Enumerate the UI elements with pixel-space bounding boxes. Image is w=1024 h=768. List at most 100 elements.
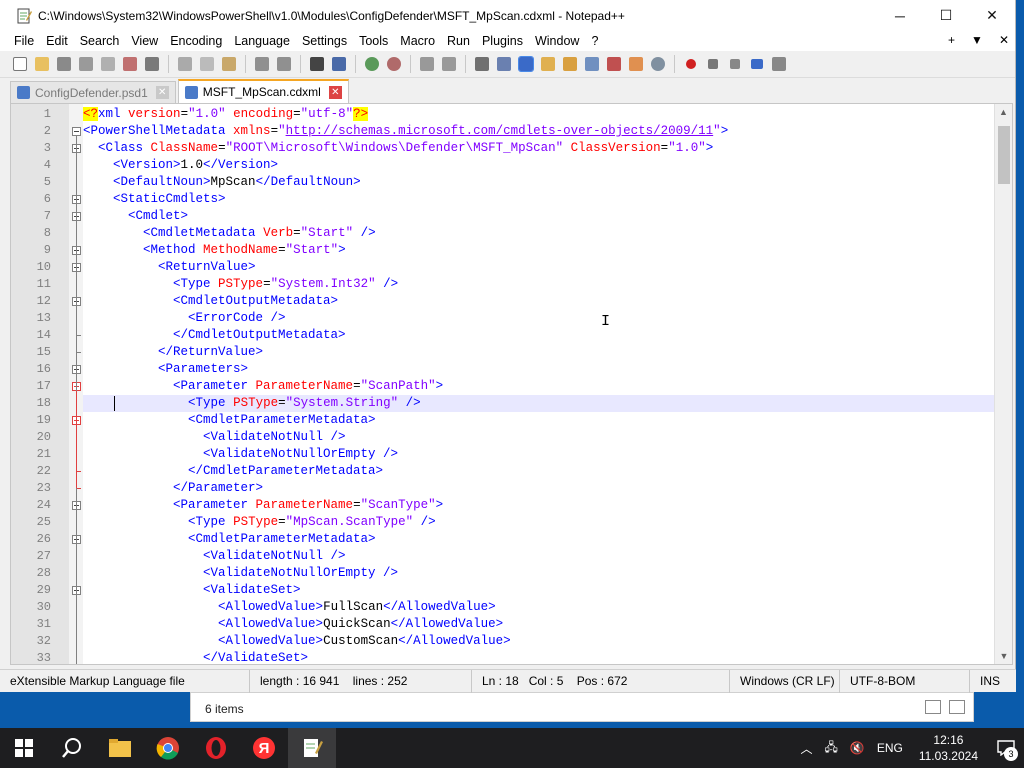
doc-list-button[interactable]: [582, 54, 602, 74]
yandex-browser-button[interactable]: Я: [240, 728, 288, 768]
function-list-button[interactable]: [604, 54, 624, 74]
replace-button[interactable]: [329, 54, 349, 74]
close-button[interactable]: ✕: [969, 0, 1015, 31]
copy-button[interactable]: [197, 54, 217, 74]
sync-vertical-button[interactable]: [417, 54, 437, 74]
code-line[interactable]: <Method MethodName="Start">: [83, 242, 994, 259]
background-explorer-window[interactable]: 6 items: [190, 692, 974, 722]
scroll-up-icon[interactable]: ▲: [995, 104, 1012, 120]
show-all-chars-button[interactable]: [494, 54, 514, 74]
volume-muted-icon[interactable]: 🔇: [844, 741, 871, 755]
show-hidden-icons-icon[interactable]: ︿: [794, 740, 818, 757]
code-line[interactable]: <Parameter ParameterName="ScanType">: [83, 497, 994, 514]
file-explorer-button[interactable]: [96, 728, 144, 768]
close-document-button[interactable]: ✕: [999, 33, 1009, 47]
start-button[interactable]: [0, 728, 48, 768]
code-line[interactable]: <CmdletParameterMetadata>: [83, 531, 994, 548]
code-line[interactable]: <ValidateNotNull />: [83, 548, 994, 565]
folder-workspace-button[interactable]: [626, 54, 646, 74]
code-line[interactable]: <Type PSType="System.Int32" />: [83, 276, 994, 293]
large-icons-view-icon[interactable]: [949, 700, 965, 714]
menu-search[interactable]: Search: [74, 34, 126, 48]
code-line[interactable]: </ReturnValue>: [83, 344, 994, 361]
doc-map-button[interactable]: [560, 54, 580, 74]
code-line[interactable]: <ErrorCode />: [83, 310, 994, 327]
code-area[interactable]: <?xml version="1.0" encoding="utf-8"?> <P…: [83, 104, 994, 664]
maximize-button[interactable]: ☐: [923, 0, 969, 31]
code-line[interactable]: <?xml version="1.0" encoding="utf-8"?>: [83, 106, 994, 123]
print-button[interactable]: [142, 54, 162, 74]
macro-save-button[interactable]: [769, 54, 789, 74]
action-center-button[interactable]: 3: [988, 728, 1024, 768]
tab-configdefender-psd1[interactable]: ConfigDefender.psd1 ✕: [10, 81, 176, 103]
code-line[interactable]: <ValidateNotNullOrEmpty />: [83, 446, 994, 463]
code-line[interactable]: </ValidateSet>: [83, 650, 994, 664]
network-icon[interactable]: 🖧: [818, 738, 843, 759]
new-file-button[interactable]: [10, 54, 30, 74]
minimize-button[interactable]: ─: [877, 0, 923, 31]
menu-window[interactable]: Window: [529, 34, 585, 48]
menu-encoding[interactable]: Encoding: [164, 34, 228, 48]
code-line[interactable]: <AllowedValue>FullScan</AllowedValue>: [83, 599, 994, 616]
code-line[interactable]: </CmdletOutputMetadata>: [83, 327, 994, 344]
code-line[interactable]: <ValidateNotNull />: [83, 429, 994, 446]
title-bar[interactable]: C:\Windows\System32\WindowsPowerShell\v1…: [0, 0, 1015, 31]
search-button[interactable]: [48, 728, 96, 768]
macro-stop-button[interactable]: [703, 54, 723, 74]
paste-button[interactable]: [219, 54, 239, 74]
macro-run-multiple-button[interactable]: [747, 54, 767, 74]
close-button-tb[interactable]: [98, 54, 118, 74]
code-line[interactable]: <StaticCmdlets>: [83, 191, 994, 208]
open-file-button[interactable]: [32, 54, 52, 74]
redo-button[interactable]: [274, 54, 294, 74]
status-eol[interactable]: Windows (CR LF): [730, 669, 840, 693]
udl-button[interactable]: [538, 54, 558, 74]
menu-view[interactable]: View: [125, 34, 164, 48]
code-line[interactable]: <PowerShellMetadata xmlns="http://schema…: [83, 123, 994, 140]
menu-plugins[interactable]: Plugins: [476, 34, 529, 48]
clock[interactable]: 12:16 11.03.2024: [909, 732, 988, 764]
notepadpp-taskbar-button[interactable]: [288, 728, 336, 768]
close-all-button[interactable]: [120, 54, 140, 74]
cut-button[interactable]: [175, 54, 195, 74]
zoom-out-button[interactable]: [384, 54, 404, 74]
menu-edit[interactable]: Edit: [40, 34, 74, 48]
indent-guide-button[interactable]: [516, 54, 536, 74]
save-all-button[interactable]: [76, 54, 96, 74]
code-line[interactable]: <Parameter ParameterName="ScanPath">: [83, 378, 994, 395]
monitoring-button[interactable]: [648, 54, 668, 74]
close-tab-icon[interactable]: ✕: [328, 85, 342, 99]
menu-file[interactable]: File: [8, 34, 40, 48]
code-line[interactable]: <Class ClassName="ROOT\Microsoft\Windows…: [83, 140, 994, 157]
menu-help[interactable]: ?: [585, 34, 604, 48]
code-line[interactable]: </CmdletParameterMetadata>: [83, 463, 994, 480]
vertical-scrollbar[interactable]: ▲ ▼: [994, 104, 1012, 664]
code-line[interactable]: <AllowedValue>CustomScan</AllowedValue>: [83, 633, 994, 650]
menu-tools[interactable]: Tools: [353, 34, 394, 48]
fold-toggle-icon[interactable]: [72, 127, 81, 136]
language-indicator[interactable]: ENG: [871, 741, 909, 755]
status-encoding[interactable]: UTF-8-BOM: [840, 669, 970, 693]
code-line[interactable]: <DefaultNoun>MpScan</DefaultNoun>: [83, 174, 994, 191]
new-tab-button[interactable]: +: [948, 33, 955, 47]
details-view-icon[interactable]: [925, 700, 941, 714]
code-line[interactable]: <CmdletOutputMetadata>: [83, 293, 994, 310]
scrollbar-thumb[interactable]: [998, 126, 1010, 184]
code-line[interactable]: <Type PSType="MpScan.ScanType" />: [83, 514, 994, 531]
close-tab-icon[interactable]: ✕: [155, 86, 169, 99]
menu-settings[interactable]: Settings: [296, 34, 353, 48]
undo-button[interactable]: [252, 54, 272, 74]
sync-horizontal-button[interactable]: [439, 54, 459, 74]
status-insert-mode[interactable]: INS: [970, 670, 1010, 693]
code-line[interactable]: <CmdletParameterMetadata>: [83, 412, 994, 429]
menu-language[interactable]: Language: [228, 34, 296, 48]
zoom-in-button[interactable]: [362, 54, 382, 74]
find-button[interactable]: [307, 54, 327, 74]
code-line[interactable]: <CmdletMetadata Verb="Start" />: [83, 225, 994, 242]
code-line[interactable]: <Cmdlet>: [83, 208, 994, 225]
macro-record-button[interactable]: [681, 54, 701, 74]
chrome-button[interactable]: [144, 728, 192, 768]
scroll-down-icon[interactable]: ▼: [995, 648, 1012, 664]
code-line[interactable]: <ValidateSet>: [83, 582, 994, 599]
tab-msft-mpscan-cdxml[interactable]: MSFT_MpScan.cdxml ✕: [177, 79, 349, 103]
